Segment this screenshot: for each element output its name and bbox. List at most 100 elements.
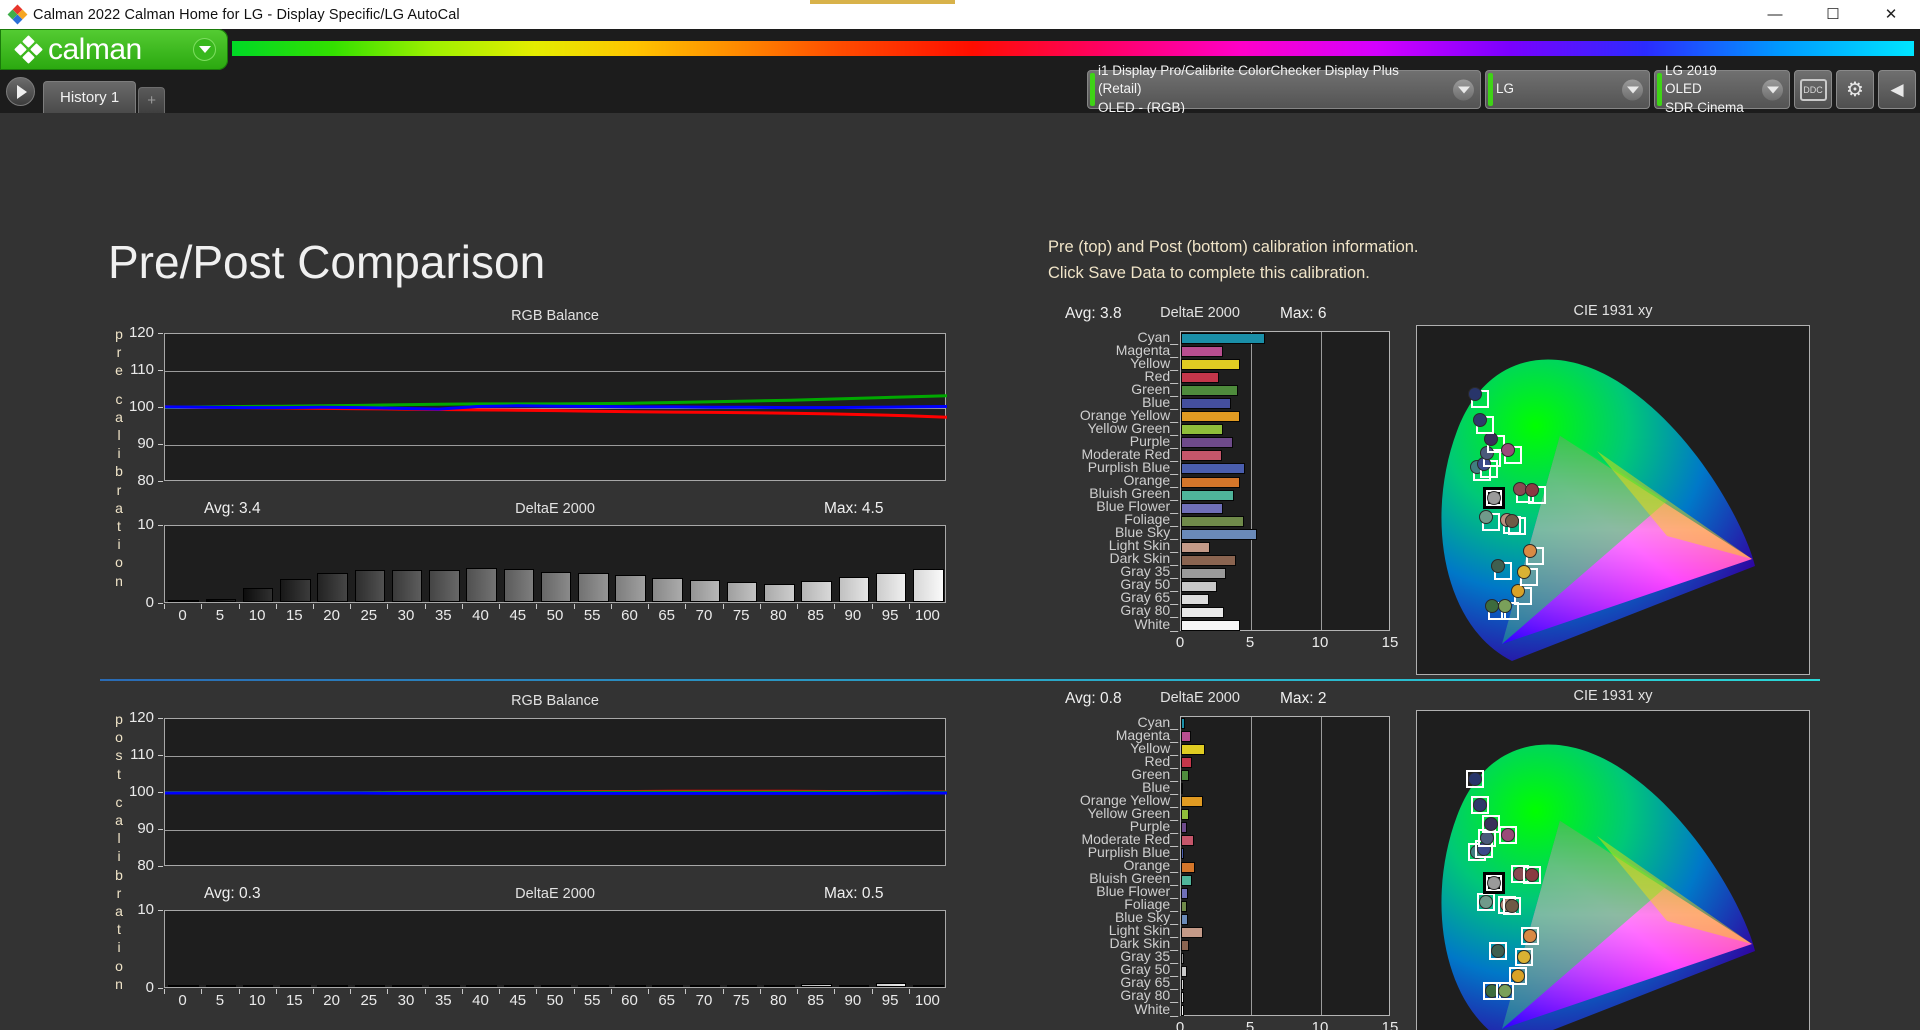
deltae-gray-xtick-50-pre: 50	[546, 607, 564, 624]
deltae-gray-bar-3	[280, 579, 311, 602]
cie-measured-point-pre-6	[1479, 510, 1493, 524]
deltae-color-bar-1	[1181, 731, 1191, 742]
deltae-color-bar-19	[1181, 580, 1218, 592]
deltae-color-bar-20	[1181, 978, 1184, 990]
cie-title-post: CIE 1931 xy	[1573, 688, 1653, 704]
cie-measured-point-post-11	[1525, 868, 1539, 882]
deltae-color-avg-post: Avg: 0.8	[1065, 690, 1122, 707]
instruction-line-2: Click Save Data to complete this calibra…	[1048, 263, 1370, 282]
deltae-color-bar-11	[1181, 861, 1195, 873]
rgb-ytick-110-post: 110	[130, 746, 154, 763]
rgb-ytick-80-post: 80	[137, 857, 154, 874]
calman-diamond-icon	[14, 34, 43, 64]
deltae-gray-xtick-20-post: 20	[323, 992, 340, 1009]
deltae-color-title-post: DeltaE 2000	[1160, 690, 1240, 706]
deltae-color-label-22: White	[1134, 616, 1178, 632]
deltae-color-bar-1	[1181, 346, 1223, 357]
calman-logo-text: calman	[48, 32, 142, 66]
cie-chart-post	[1416, 710, 1810, 1030]
deltae-gray-xtick-0-post: 0	[178, 992, 187, 1009]
deltae-gray-bar-15	[726, 985, 758, 987]
deltae-color-bar-13	[1181, 502, 1223, 514]
cie-measured-point-pre-17	[1473, 413, 1487, 427]
rgb-balance-plot-post	[164, 718, 947, 866]
cie-measured-point-pre-8	[1505, 514, 1519, 528]
deltae-gray-bar-7	[429, 570, 460, 602]
play-arrow-icon[interactable]	[6, 77, 35, 106]
deltae-gray-xtick-5-pre: 5	[215, 607, 225, 624]
deltae-gray-bar-19	[875, 573, 907, 602]
page-title: Pre/Post Comparison	[108, 236, 546, 288]
cie-measured-point-post-15	[1484, 817, 1498, 831]
deltae-gray-xtick-90-post: 90	[844, 992, 862, 1009]
deltae-gray-bar-2	[242, 588, 274, 602]
cie-measured-point-pre-4	[1523, 544, 1537, 558]
deltae-gray-bar-12	[615, 984, 646, 987]
ddc-button[interactable]: DDC	[1794, 70, 1832, 109]
chevron-down-icon[interactable]	[1762, 79, 1783, 100]
instruction-text: Pre (top) and Post (bottom) calibration …	[1048, 235, 1419, 286]
deltae-gray-xtick-40-post: 40	[472, 992, 489, 1009]
close-button[interactable]: ✕	[1862, 0, 1920, 29]
deltae-gray-xtick-80-pre: 80	[770, 607, 787, 624]
deltae-color-bar-3	[1181, 372, 1219, 384]
collapse-panel-button[interactable]: ◀	[1878, 70, 1916, 109]
tab-history-1[interactable]: History 1	[43, 81, 137, 113]
minimize-button[interactable]: —	[1746, 0, 1804, 29]
deltae-color-bar-10	[1181, 463, 1246, 475]
deltae-color-bar-0	[1181, 333, 1265, 344]
settings-button[interactable]: ⚙	[1836, 70, 1874, 109]
add-tab-button[interactable]: +	[138, 87, 166, 113]
maximize-button[interactable]: ☐	[1804, 0, 1862, 29]
chevron-down-icon[interactable]	[1622, 79, 1643, 100]
deltae-color-xtick-15-post: 15	[1381, 1019, 1399, 1030]
deltae-color-bar-11	[1181, 476, 1240, 488]
window-titlebar: Calman 2022 Calman Home for LG - Display…	[0, 0, 1920, 29]
deltae-color-xtick-15-pre: 15	[1381, 634, 1399, 651]
deltae-gray-xtick-75-post: 75	[732, 992, 750, 1009]
app-logo-icon	[7, 4, 28, 25]
deltae-color-xtick-10-pre: 10	[1311, 634, 1329, 651]
deltae-color-bar-22	[1181, 1005, 1184, 1016]
deltae-gray-xtick-30-post: 30	[397, 992, 415, 1009]
cie-measured-point-pre-11	[1525, 483, 1539, 497]
chevron-down-icon[interactable]	[193, 38, 216, 61]
cie-measured-point-pre-15	[1484, 432, 1498, 446]
deltae-gray-bar-20	[913, 568, 944, 602]
cie-measured-point-post-2	[1511, 969, 1525, 983]
deltae-color-bar-18	[1181, 567, 1226, 579]
deltae-color-bar-13	[1181, 887, 1188, 899]
deltae-color-bar-9	[1181, 450, 1222, 462]
cie-measured-point-post-9	[1487, 876, 1501, 890]
deltae-color-bar-8	[1181, 822, 1187, 834]
deltae-gray-max-post: Max: 0.5	[824, 885, 884, 902]
deltae-color-bar-4	[1181, 385, 1239, 397]
titlebar-accent	[810, 0, 955, 4]
chevron-down-icon[interactable]	[1453, 79, 1474, 100]
deltae-gray-xtick-45-pre: 45	[509, 607, 527, 624]
cie-measured-point-pre-1	[1498, 599, 1512, 613]
deltae-gray-bar-4	[317, 984, 348, 987]
cie-measured-point-pre-16	[1501, 443, 1515, 457]
cie-measured-point-pre-9	[1487, 491, 1501, 505]
calman-logo[interactable]: calman	[0, 29, 228, 70]
deltae-color-xtick-0-post: 0	[1175, 1019, 1185, 1030]
window-controls: — ☐ ✕	[1746, 0, 1920, 29]
rgb-balance-title-post: RGB Balance	[511, 693, 599, 709]
rgb-ytick-100-post: 100	[128, 783, 154, 800]
deltae-color-bar-12	[1181, 874, 1193, 886]
display-selector[interactable]: LG 2019 OLED SDR Cinema	[1654, 63, 1790, 115]
deltae-color-bar-6	[1181, 411, 1240, 423]
rgb-ytick-120-pre: 120	[128, 324, 154, 341]
deltae-color-plot-post	[1180, 716, 1390, 1016]
deltae-gray-bar-19	[875, 983, 907, 987]
cie-measured-point-post-18	[1468, 772, 1482, 786]
deltae-gray-bar-5	[354, 984, 385, 987]
deltae-color-bar-2	[1181, 359, 1240, 371]
meter-selector[interactable]: i1 Display Pro/Calibrite ColorChecker Di…	[1087, 63, 1481, 115]
deltae-color-avg-pre: Avg: 3.8	[1065, 305, 1122, 322]
deltae-color-bar-21	[1181, 991, 1184, 1003]
deltae-gray-bar-4	[317, 573, 348, 602]
deltae-color-bar-3	[1181, 757, 1193, 769]
source-selector[interactable]: LG	[1485, 70, 1650, 109]
